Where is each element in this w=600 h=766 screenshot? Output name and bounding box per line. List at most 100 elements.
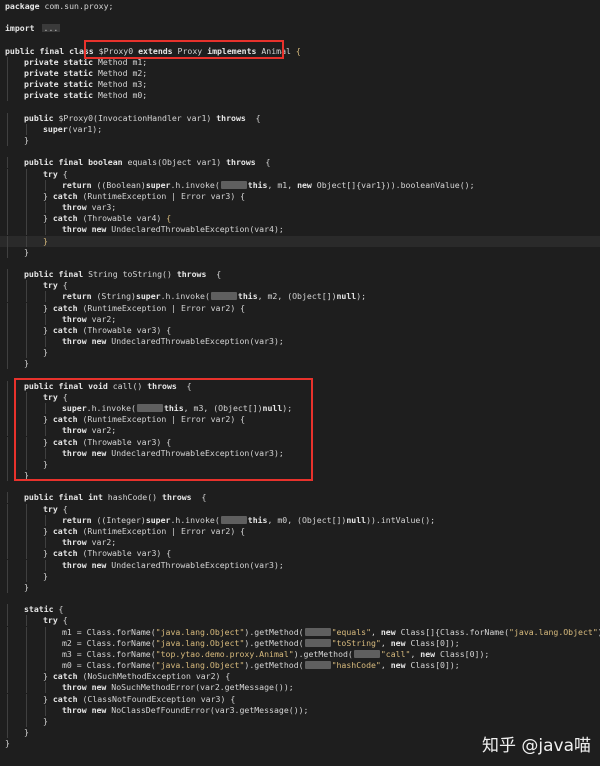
indent-guide	[7, 459, 8, 470]
indent-guide	[45, 202, 46, 213]
code-line: } catch (NoSuchMethodException var2) {	[0, 671, 600, 682]
keyword-token: catch	[53, 694, 78, 704]
keyword-token: throw	[62, 202, 87, 212]
redacted-argument	[211, 292, 237, 300]
indent-guide	[7, 716, 8, 727]
code-text: try {	[43, 280, 68, 291]
code-line: } catch (Throwable var4) {	[0, 213, 600, 224]
indent-guide	[7, 303, 8, 314]
code-text: m3 = Class.forName("top.ytao.demo.proxy.…	[62, 649, 489, 660]
code-text: throw new UndeclaredThrowableException(v…	[62, 560, 284, 571]
code-token: var2;	[87, 537, 117, 547]
code-token: }	[43, 347, 48, 357]
indent-guide	[26, 548, 27, 559]
code-line: }	[0, 236, 600, 247]
code-token: Class[0]);	[406, 660, 460, 670]
code-editor[interactable]: package com.sun.proxy;import ...public f…	[0, 0, 600, 766]
keyword-token: import	[5, 23, 35, 33]
keyword-token: new	[297, 180, 312, 190]
indent-guide	[45, 314, 46, 325]
string-token: "equals"	[332, 627, 371, 637]
code-line: }	[0, 135, 600, 146]
redacted-argument	[305, 639, 331, 647]
indent-guide	[7, 336, 8, 347]
code-line: throw var2;	[0, 537, 600, 548]
indent-guide	[7, 269, 8, 280]
code-token: }	[43, 303, 53, 313]
code-line: try {	[0, 615, 600, 626]
redacted-argument	[221, 181, 247, 189]
class-declaration-highlight-box	[84, 40, 284, 59]
code-token: var3;	[87, 202, 117, 212]
indent-guide	[7, 649, 8, 660]
indent-guide	[45, 638, 46, 649]
code-text: try {	[43, 169, 68, 180]
indent-guide	[7, 638, 8, 649]
indent-guide	[7, 381, 8, 392]
indent-guide	[26, 638, 27, 649]
code-line: throw new NoClassDefFoundError(var3.getM…	[0, 705, 600, 716]
indent-guide	[45, 291, 46, 302]
code-text: private static Method m0;	[24, 90, 147, 101]
code-token: }	[24, 358, 29, 368]
code-text: }	[24, 727, 29, 738]
keyword-token: public final	[24, 269, 83, 279]
indent-guide	[7, 157, 8, 168]
code-line: return ((Boolean)super.h.invoke(this, m1…	[0, 180, 600, 191]
code-token: ,	[381, 660, 391, 670]
code-token: {	[58, 615, 68, 625]
code-line: public final String toString() throws {	[0, 269, 600, 280]
keyword-token: new	[420, 649, 435, 659]
indent-guide	[26, 627, 27, 638]
indent-guide	[45, 515, 46, 526]
keyword-token: super	[43, 124, 68, 134]
string-token: "toString"	[332, 638, 381, 648]
code-token: }	[43, 325, 53, 335]
code-token	[35, 23, 40, 33]
code-line: } catch (RuntimeException | Error var3) …	[0, 191, 600, 202]
indent-guide	[7, 515, 8, 526]
code-text: import ...	[5, 23, 60, 34]
indent-guide	[26, 682, 27, 693]
indent-guide	[26, 336, 27, 347]
indent-guide	[7, 571, 8, 582]
code-text: throw new UndeclaredThrowableException(v…	[62, 224, 284, 235]
code-token: hashCode()	[103, 492, 162, 502]
code-token: {	[256, 157, 271, 167]
call-method-highlight-box	[14, 378, 313, 481]
indent-guide	[45, 336, 46, 347]
code-token: }	[43, 236, 48, 246]
code-text: throw new UndeclaredThrowableException(v…	[62, 336, 284, 347]
code-text: }	[24, 247, 29, 258]
code-line: public final boolean equals(Object var1)…	[0, 157, 600, 168]
code-token: , m1,	[267, 180, 297, 190]
code-line: throw new UndeclaredThrowableException(v…	[0, 224, 600, 235]
code-token: m2 = Class.forName(	[62, 638, 156, 648]
code-line: import ...	[0, 23, 600, 34]
code-line: throw new UndeclaredThrowableException(v…	[0, 560, 600, 571]
code-token: }	[43, 213, 53, 223]
code-token: (Throwable var4)	[78, 213, 167, 223]
indent-guide	[26, 180, 27, 191]
indent-guide	[26, 347, 27, 358]
indent-guide	[45, 627, 46, 638]
keyword-token: public final boolean	[24, 157, 123, 167]
indent-guide	[26, 537, 27, 548]
code-token: ,	[381, 638, 391, 648]
code-text: }	[43, 236, 48, 247]
code-text: } catch (RuntimeException | Error var3) …	[43, 191, 245, 202]
code-line: } catch (RuntimeException | Error var2) …	[0, 303, 600, 314]
code-token: }	[43, 571, 48, 581]
indent-guide	[45, 660, 46, 671]
keyword-token: catch	[53, 671, 78, 681]
code-line: }	[0, 347, 600, 358]
code-token: com.sun.proxy;	[40, 1, 114, 11]
code-text: }	[24, 358, 29, 369]
code-text: public final boolean equals(Object var1)…	[24, 157, 270, 168]
code-line	[0, 146, 600, 157]
keyword-token: try	[43, 280, 58, 290]
code-token: m0 = Class.forName(	[62, 660, 156, 670]
keyword-token: super	[146, 515, 171, 525]
code-text: public $Proxy0(InvocationHandler var1) t…	[24, 113, 261, 124]
keyword-token: throw	[62, 537, 87, 547]
